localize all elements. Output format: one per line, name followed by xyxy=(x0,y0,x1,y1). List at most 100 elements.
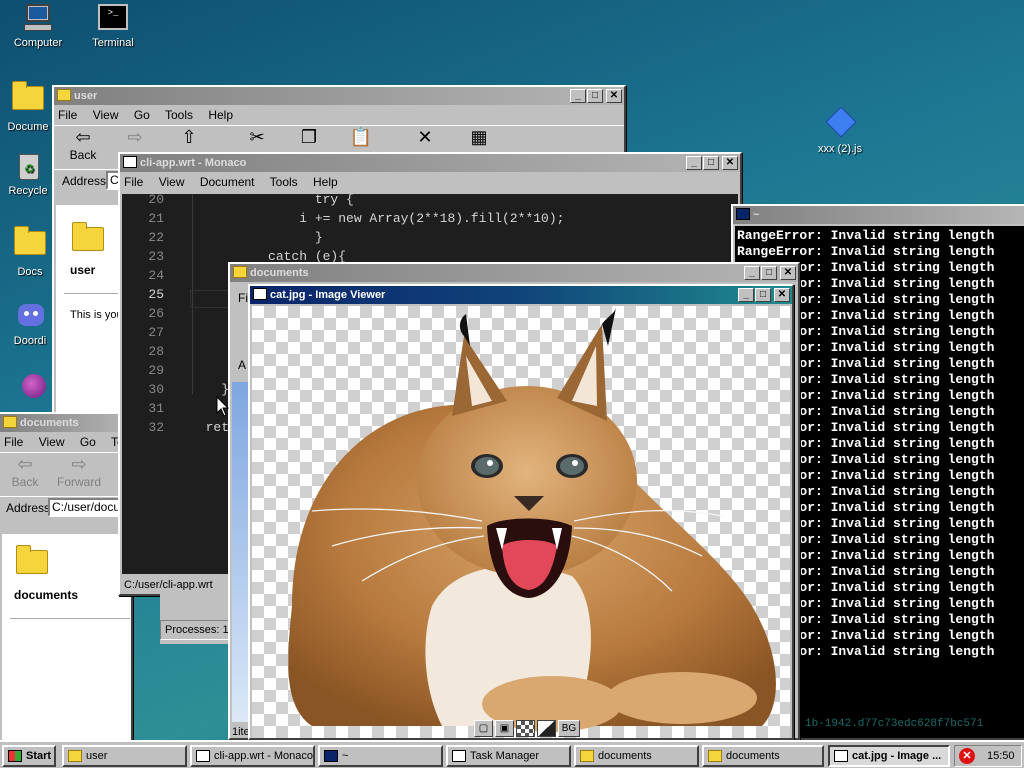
taskbar-item-terminal[interactable]: ~ xyxy=(318,745,443,767)
error-tray-icon[interactable]: ✕ xyxy=(959,748,975,764)
line-number: 25 xyxy=(148,287,164,302)
code-line: 20 try { xyxy=(122,194,738,209)
close-button[interactable]: ✕ xyxy=(774,288,790,302)
desktop-icon-label: Recycle xyxy=(8,185,48,197)
back-button[interactable]: ⇦ Back xyxy=(0,453,50,489)
desktop-icon-xxx-js[interactable]: xxx (2).js xyxy=(805,106,875,155)
bg-dark-button[interactable] xyxy=(537,720,556,737)
line-number: 28 xyxy=(148,344,164,359)
delete-button[interactable]: ✕ xyxy=(400,126,450,148)
address-label: A xyxy=(238,358,247,372)
fit-height-button[interactable]: ▣ xyxy=(495,720,514,737)
menu-file[interactable]: File xyxy=(4,435,23,449)
terminal-app-icon xyxy=(324,750,338,762)
close-button[interactable]: ✕ xyxy=(780,266,796,280)
menu-help[interactable]: Help xyxy=(313,175,338,189)
task-manager-icon xyxy=(452,750,466,762)
desktop-icon-doordi[interactable]: Doordi xyxy=(2,300,58,347)
taskbar-item-task-manager[interactable]: Task Manager xyxy=(446,745,571,767)
menu-document[interactable]: Document xyxy=(200,175,255,189)
maximize-button[interactable]: □ xyxy=(761,266,777,280)
fit-icon: ▣ xyxy=(499,723,510,734)
folder-icon xyxy=(14,226,46,263)
terminal-hash-line: 1b-1942.d77c73edc628f7bc571 xyxy=(805,718,984,730)
menu-view[interactable]: View xyxy=(39,435,65,449)
forward-button[interactable]: ⇨ Forward xyxy=(54,453,104,489)
line-number: 26 xyxy=(148,306,164,321)
folder-icon xyxy=(57,89,71,101)
taskbar: Start user cli-app.wrt - Monaco ~ Task M… xyxy=(0,740,1024,768)
window-titlebar[interactable]: documents xyxy=(0,414,131,432)
copy-icon: ❐ xyxy=(300,127,318,147)
window-titlebar[interactable]: cli-app.wrt - Monaco _ □ ✕ xyxy=(120,154,740,172)
up-button[interactable]: ⇧ xyxy=(164,126,214,148)
image-canvas[interactable]: ▢ ▣ BG xyxy=(252,306,790,738)
address-label: Address xyxy=(6,501,51,515)
computer-icon xyxy=(22,2,54,34)
recycle-bin-icon: ♻ xyxy=(12,150,44,182)
forward-button[interactable]: ⇨ xyxy=(110,126,160,148)
desktop-icon-recycle[interactable]: ♻ Recycle xyxy=(0,150,56,197)
toolbar: ⇦ Back ⇨ Forward xyxy=(0,452,131,496)
taskbar-item-documents-2[interactable]: documents xyxy=(702,745,824,767)
maximize-button[interactable]: □ xyxy=(703,156,719,170)
taskbar-item-image-viewer[interactable]: cat.jpg - Image ... xyxy=(828,745,950,767)
desktop-icon-terminal[interactable]: >_ Terminal xyxy=(78,2,148,49)
desktop-icon-computer[interactable]: Computer xyxy=(3,2,73,49)
close-button[interactable]: ✕ xyxy=(606,89,622,103)
folder-icon xyxy=(72,222,104,251)
desktop-icon-docs[interactable]: Docs xyxy=(2,225,58,278)
maximize-button[interactable]: □ xyxy=(587,89,603,103)
line-number: 20 xyxy=(148,194,164,207)
start-button[interactable]: Start xyxy=(2,745,56,767)
menu-go[interactable]: Go xyxy=(80,435,96,449)
terminal-line: RangeError: Invalid string length xyxy=(737,244,995,259)
properties-button[interactable]: ▦ xyxy=(454,126,504,148)
minimize-button[interactable]: _ xyxy=(744,266,760,280)
image-viewer-window[interactable]: cat.jpg - Image Viewer _ □ ✕ ▢ ▣ BG xyxy=(248,284,794,740)
minimize-button[interactable]: _ xyxy=(570,89,586,103)
bg-checker-button[interactable] xyxy=(516,720,535,737)
menu-tools[interactable]: Tools xyxy=(270,175,298,189)
cat-image xyxy=(288,308,776,732)
window-title: documents xyxy=(20,417,79,429)
taskbar-item-monaco[interactable]: cli-app.wrt - Monaco xyxy=(190,745,315,767)
cut-button[interactable]: ✂ xyxy=(232,126,282,148)
fit-width-button[interactable]: ▢ xyxy=(474,720,493,737)
window-titlebar[interactable]: user _ □ ✕ xyxy=(54,87,624,105)
desktop-icon-label: Docume xyxy=(7,121,49,133)
taskbar-item-documents-1[interactable]: documents xyxy=(574,745,699,767)
desktop-icon-documents[interactable]: Docume xyxy=(0,80,56,133)
window-titlebar[interactable]: documents _ □ ✕ xyxy=(230,264,798,282)
window-title: user xyxy=(74,90,98,102)
folder-icon xyxy=(12,81,44,118)
menu-help[interactable]: Help xyxy=(208,108,233,122)
bg-color-button[interactable]: BG xyxy=(558,720,580,737)
window-titlebar[interactable]: cat.jpg - Image Viewer _ □ ✕ xyxy=(250,286,792,304)
window-title: ~ xyxy=(753,209,760,221)
menu-tools[interactable]: Tools xyxy=(165,108,193,122)
window-titlebar[interactable]: ~ xyxy=(733,206,1024,224)
folder-name: user xyxy=(70,263,96,277)
menu-file[interactable]: File xyxy=(124,175,143,189)
line-code: } xyxy=(190,230,323,245)
back-button[interactable]: ⇦ Back xyxy=(58,126,108,162)
close-button[interactable]: ✕ xyxy=(722,156,738,170)
menu-view[interactable]: View xyxy=(93,108,119,122)
discord-icon xyxy=(14,300,46,332)
menu-go[interactable]: Go xyxy=(134,108,150,122)
minimize-button[interactable]: _ xyxy=(738,288,754,302)
clock[interactable]: 15:50 xyxy=(987,746,1015,766)
terminal-app-icon xyxy=(736,208,750,220)
menu-view[interactable]: View xyxy=(159,175,185,189)
documents-small-window[interactable]: documents File View Go Tools ⇦ Back ⇨ Fo… xyxy=(0,412,133,746)
desktop-icon-raspberry[interactable] xyxy=(2,370,58,405)
minimize-button[interactable]: _ xyxy=(686,156,702,170)
paste-button[interactable]: 📋 xyxy=(336,126,386,148)
taskbar-item-user[interactable]: user xyxy=(62,745,187,767)
menu-file[interactable]: File xyxy=(58,108,77,122)
line-number: 30 xyxy=(148,382,164,397)
maximize-button[interactable]: □ xyxy=(755,288,771,302)
folder-description: This is you xyxy=(70,309,123,321)
copy-button[interactable]: ❐ xyxy=(284,126,334,148)
